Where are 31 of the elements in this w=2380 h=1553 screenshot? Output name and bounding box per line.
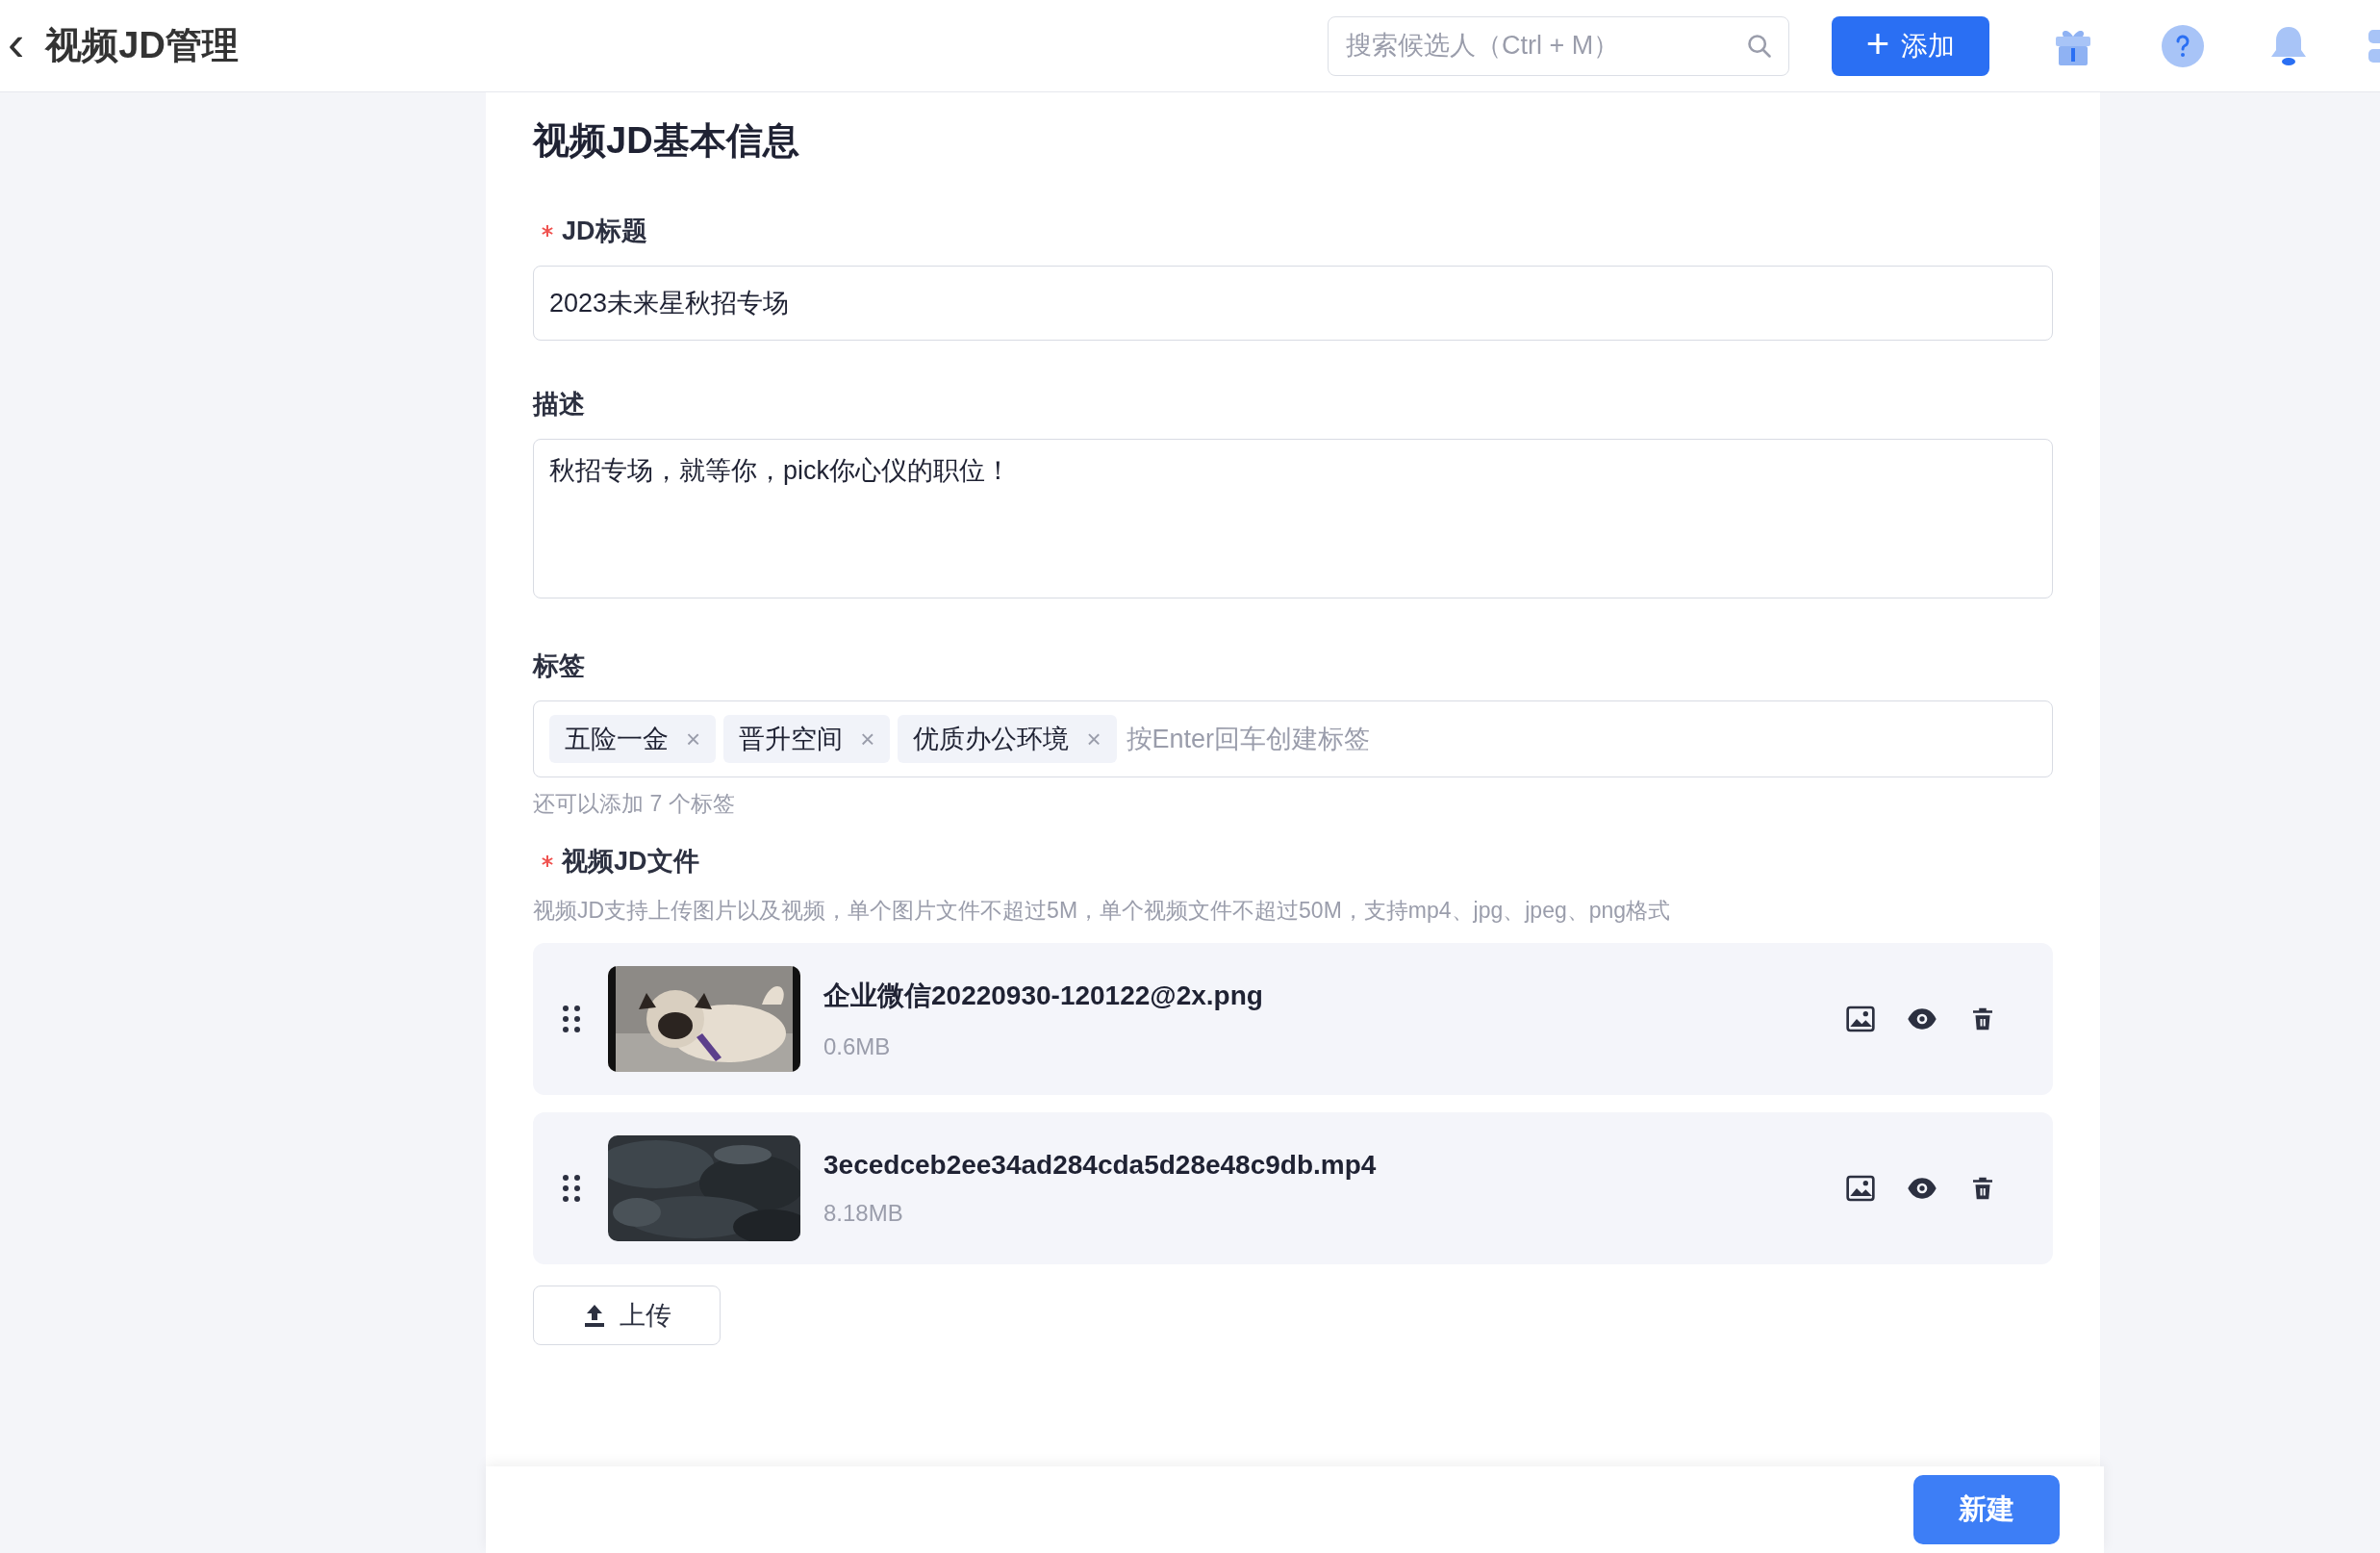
tag-field[interactable]: 五险一金 × 晋升空间 × 优质办公环境 × 按Enter回车创建标签 (533, 700, 2053, 777)
file-size: 8.18MB (823, 1200, 904, 1227)
hint-text: 还可以添加 7 个标签 (533, 790, 736, 818)
tag-label: 优质办公环境 (913, 724, 1070, 755)
text-field[interactable]: 2023未来星秋招专场 (533, 266, 2053, 341)
file-name: 3ecedceb2ee34ad284cda5d28e48c9db.mp4 (823, 1150, 1378, 1181)
image-icon[interactable] (1845, 1174, 1876, 1203)
drag-handle-icon[interactable] (562, 1174, 581, 1203)
drag-handle-icon[interactable] (562, 1005, 581, 1033)
create-button[interactable]: 新建 (1913, 1475, 2060, 1544)
image-icon[interactable] (1845, 1005, 1876, 1033)
file-size: 0.6MB (823, 1033, 892, 1060)
text-area[interactable]: 秋招专场，就等你，pick你心仪的职位！ (533, 439, 2053, 598)
field-label: 描述 (533, 389, 585, 420)
help-icon[interactable] (2161, 23, 2205, 68)
tag-label: 晋升空间 (739, 724, 844, 755)
back-icon[interactable]: ‹ (8, 17, 25, 68)
upload-icon (582, 1303, 606, 1328)
search-input[interactable]: 搜索候选人（Ctrl + M） (1344, 30, 1746, 62)
field-label: JD标题 (562, 216, 647, 247)
add-button[interactable]: + 添加 (1832, 15, 1989, 76)
file-name: 企业微信20220930-120122@2x.png (823, 980, 1264, 1012)
field-label: 视频JD文件 (562, 846, 699, 878)
search-field[interactable]: 搜索候选人（Ctrl + M） (1328, 15, 1789, 76)
search-icon (1746, 32, 1773, 60)
hint-text: 视频JD支持上传图片以及视频，单个图片文件不超过5M，单个视频文件不超过50M，支持mp4、jpg、jpeg、png格式 (533, 897, 1672, 925)
page-title: 视频JD管理 (45, 24, 239, 67)
section-title: 视频JD基本信息 (533, 119, 800, 163)
tag-label: 五险一金 (565, 724, 669, 755)
field-label: 标签 (533, 650, 585, 682)
upload-button[interactable]: 上传 (533, 1286, 721, 1345)
